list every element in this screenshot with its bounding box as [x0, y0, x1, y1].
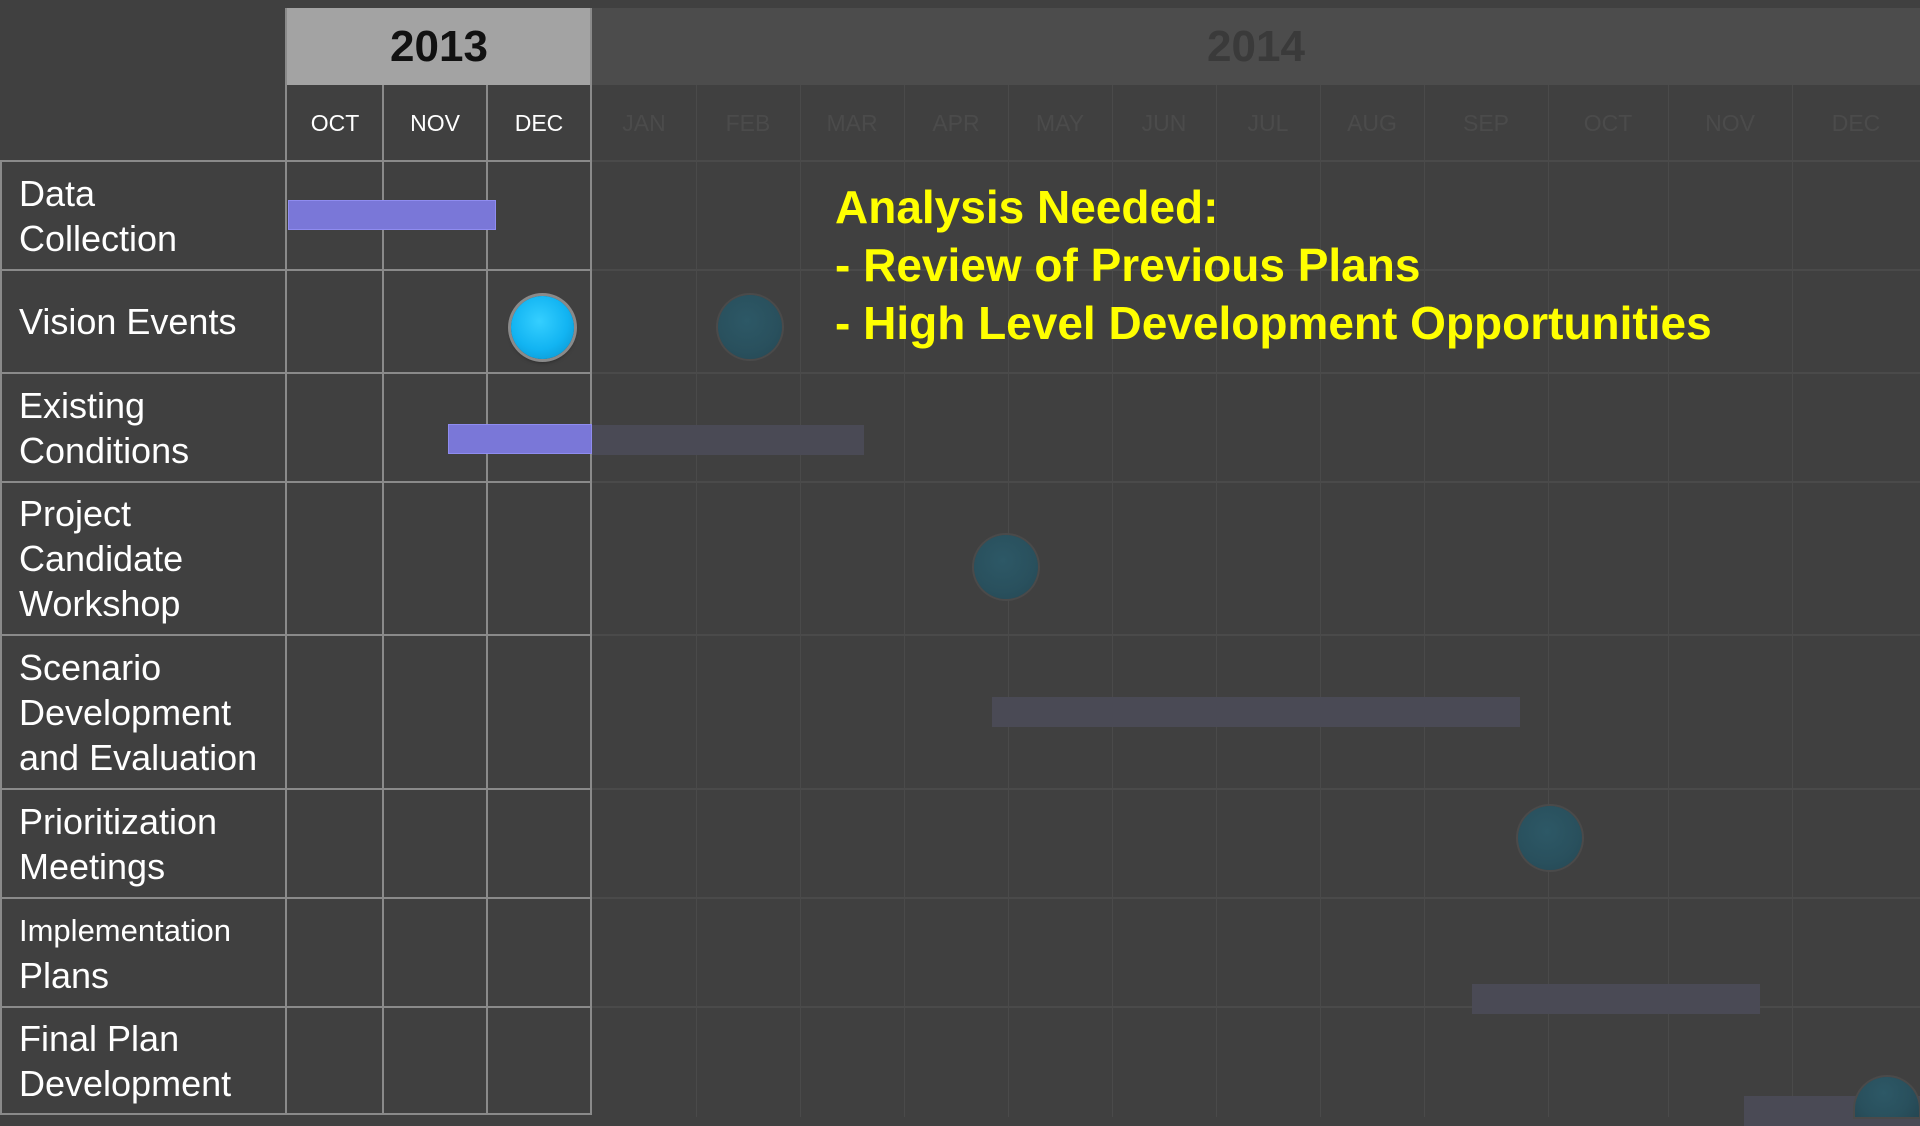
grid-line: [800, 85, 801, 1117]
month-mar-2014: MAR: [826, 109, 878, 136]
row-label-line: Meetings: [19, 845, 166, 887]
grid-line: [382, 85, 384, 1115]
prioritization-meeting-milestone: [1518, 806, 1582, 870]
row-label-vision-events: Vision Events: [0, 271, 285, 372]
month-oct-2014: OCT: [1583, 109, 1633, 136]
grid-line: [285, 8, 287, 1115]
row-label-implementation-plans: Implementation Plans: [0, 899, 285, 1006]
month-sep-2014: SEP: [1462, 109, 1510, 136]
vision-event-milestone-faded: [718, 295, 782, 359]
month-jun-2014: JUN: [1141, 109, 1187, 136]
note-item: - High Level Development Opportunities: [835, 297, 1712, 349]
month-nov-2014: NOV: [1705, 109, 1755, 136]
month-dec-2014: DEC: [1831, 109, 1881, 136]
existing-conditions-future-bar: [592, 425, 864, 455]
month-dec-2013: DEC: [514, 109, 564, 136]
row-label-line: Prioritization: [19, 800, 218, 842]
implementation-plans-bar: [1472, 984, 1760, 1014]
month-jul-2014: JUL: [1247, 109, 1289, 136]
row-label-line: Collection: [19, 217, 178, 259]
row-label-line: and Evaluation: [19, 736, 258, 778]
note-heading: Analysis Needed:: [835, 181, 1219, 233]
year-header-2013: 2013: [287, 8, 591, 85]
month-apr-2014: APR: [932, 109, 980, 136]
grid-line: [0, 1113, 592, 1115]
grid-line: [592, 897, 1920, 899]
existing-conditions-bar: [448, 424, 592, 454]
row-label-line: Data: [19, 172, 96, 214]
row-label-project-candidate-workshop: Project Candidate Workshop: [0, 483, 285, 634]
month-may-2014: MAY: [1035, 109, 1085, 136]
row-label-line: Project: [19, 493, 132, 534]
row-label-line: Plans: [19, 954, 110, 996]
project-workshop-milestone: [974, 535, 1038, 599]
scenario-development-bar: [992, 697, 1520, 727]
grid-line: [696, 85, 697, 1117]
month-jan-2014: JAN: [622, 109, 666, 136]
row-label-line: Conditions: [19, 429, 190, 471]
data-collection-bar: [288, 200, 496, 230]
row-label-line: Final Plan: [19, 1017, 180, 1059]
row-label-prioritization-meetings: Prioritization Meetings: [0, 790, 285, 897]
row-label-line: Implementation: [19, 912, 231, 948]
row-label-line: Development: [19, 1062, 232, 1104]
vision-event-milestone: [511, 296, 574, 359]
month-aug-2014: AUG: [1347, 109, 1397, 136]
row-label-line: Vision Events: [19, 301, 237, 342]
grid-line: [592, 372, 1920, 374]
grid-line: [486, 85, 488, 1115]
year-header-2014: 2014: [592, 8, 1920, 85]
analysis-note: Analysis Needed: - Review of Previous Pl…: [835, 178, 1712, 352]
row-label-scenario-development: Scenario Development and Evaluation: [0, 636, 285, 788]
row-label-line: Candidate: [19, 538, 184, 579]
row-label-line: Development: [19, 691, 232, 733]
note-item: - Review of Previous Plans: [835, 239, 1421, 291]
grid-line: [592, 481, 1920, 483]
row-label-line: Workshop: [19, 583, 181, 624]
grid-line: [592, 788, 1920, 790]
grid-line: [590, 8, 592, 1115]
row-label-line: Scenario: [19, 646, 162, 688]
year-label: 2013: [390, 21, 488, 71]
grid-line: [592, 160, 1920, 162]
month-feb-2014: FEB: [725, 109, 771, 136]
row-label-existing-conditions: Existing Conditions: [0, 374, 285, 481]
final-plan-milestone: [1855, 1077, 1919, 1117]
row-label-line: Existing: [19, 384, 146, 426]
grid-line: [592, 634, 1920, 636]
grid-line: [1792, 85, 1793, 1117]
month-oct-2013: OCT: [310, 109, 360, 136]
month-nov-2013: NOV: [410, 109, 460, 136]
year-label: 2014: [1207, 21, 1305, 71]
row-label-data-collection: Data Collection: [0, 162, 285, 269]
row-label-final-plan-development: Final Plan Development: [0, 1008, 285, 1113]
